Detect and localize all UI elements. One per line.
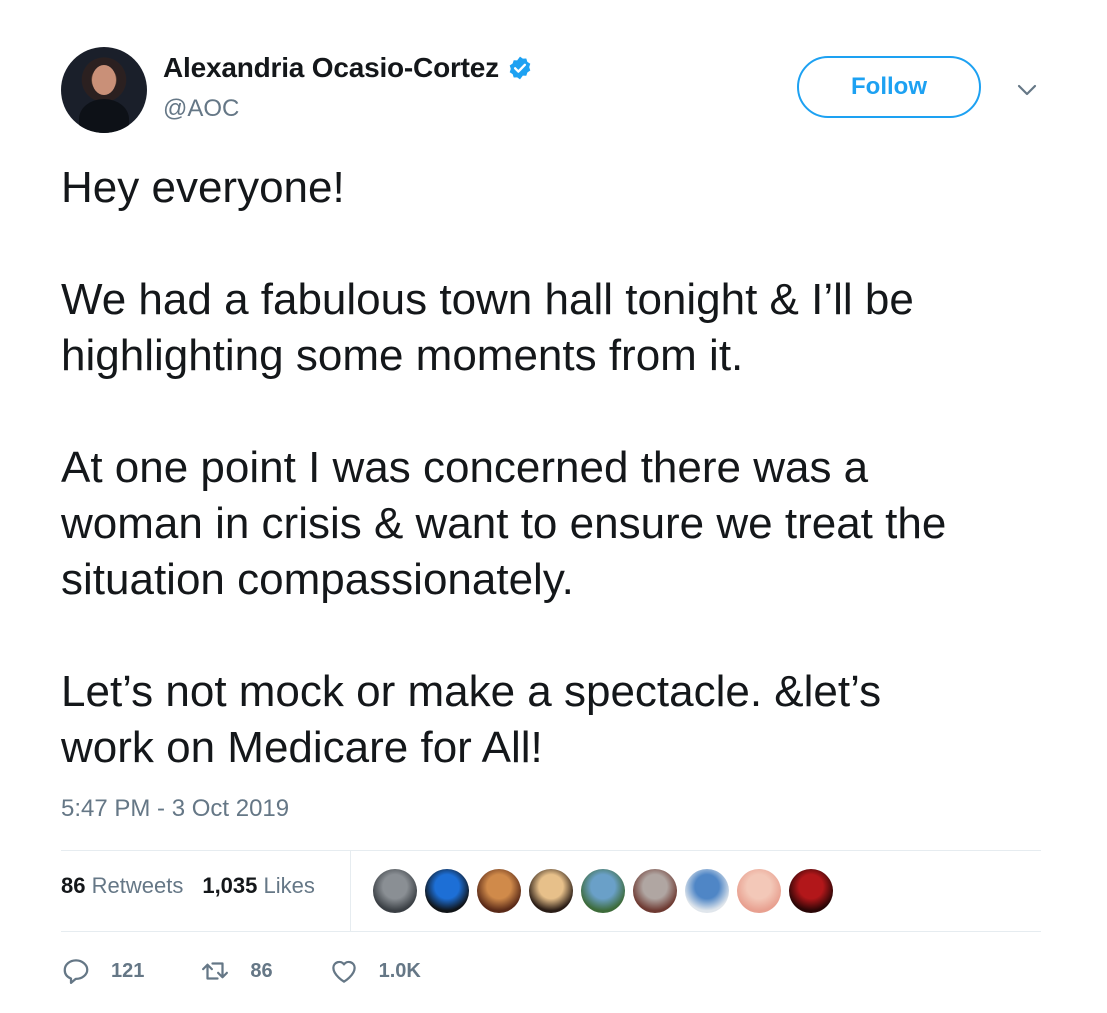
tweet-text: Hey everyone! We had a fabulous town hal… <box>61 160 1071 776</box>
liker-avatar[interactable] <box>685 869 729 913</box>
author-handle[interactable]: @AOC <box>163 95 239 123</box>
retweet-count: 86 <box>250 959 273 982</box>
tweet-line: woman in crisis & want to ensure we trea… <box>61 499 947 548</box>
reply-icon <box>63 959 89 984</box>
avatar-body <box>79 99 129 133</box>
liker-avatar[interactable] <box>581 869 625 913</box>
stats-divider <box>350 850 351 932</box>
tweet-line: At one point I was concerned there was a <box>61 443 869 492</box>
liker-avatar[interactable] <box>529 869 573 913</box>
reply-button[interactable]: 121 <box>61 956 144 986</box>
liker-avatar[interactable] <box>477 869 521 913</box>
tweet-line: situation compassionately. <box>61 555 574 604</box>
liker-avatars <box>373 869 841 913</box>
likes-stat[interactable]: 1,035 Likes <box>202 873 315 899</box>
retweet-icon <box>202 962 229 980</box>
tweet-line: work on Medicare for All! <box>61 723 543 772</box>
avatar-face <box>92 65 116 95</box>
author-display-name[interactable]: Alexandria Ocasio-Cortez <box>163 52 499 84</box>
retweets-label: Retweets <box>91 873 184 898</box>
liker-avatar[interactable] <box>633 869 677 913</box>
tweet-line: Hey everyone! <box>61 163 345 212</box>
likes-count: 1,035 <box>202 873 258 898</box>
retweet-button[interactable]: 86 <box>200 956 273 986</box>
tweet-timestamp[interactable]: 5:47 PM - 3 Oct 2019 <box>61 795 289 823</box>
tweet-actions: 121 86 1.0K <box>61 956 477 986</box>
reply-count: 121 <box>111 959 145 982</box>
retweets-stat[interactable]: 86 Retweets <box>61 873 183 899</box>
author-avatar[interactable] <box>61 47 147 133</box>
likes-label: Likes <box>263 873 315 898</box>
liker-avatar[interactable] <box>425 869 469 913</box>
engagement-stats: 86 Retweets 1,035 Likes <box>61 873 334 899</box>
tweet-line: We had a fabulous town hall tonight & I’… <box>61 275 914 324</box>
like-count: 1.0K <box>378 959 421 982</box>
liker-avatar[interactable] <box>373 869 417 913</box>
tweet-line: Let’s not mock or make a spectacle. &let… <box>61 667 882 716</box>
like-button[interactable]: 1.0K <box>329 956 421 986</box>
chevron-down-icon[interactable] <box>1015 80 1039 100</box>
divider <box>61 931 1041 932</box>
author-name-row: Alexandria Ocasio-Cortez <box>163 52 533 84</box>
divider <box>61 850 1041 851</box>
heart-icon <box>331 960 356 983</box>
follow-button[interactable]: Follow <box>797 56 981 118</box>
tweet-line: highlighting some moments from it. <box>61 331 744 380</box>
liker-avatar[interactable] <box>737 869 781 913</box>
retweets-count: 86 <box>61 873 86 898</box>
verified-badge-icon <box>509 56 531 80</box>
liker-avatar[interactable] <box>789 869 833 913</box>
